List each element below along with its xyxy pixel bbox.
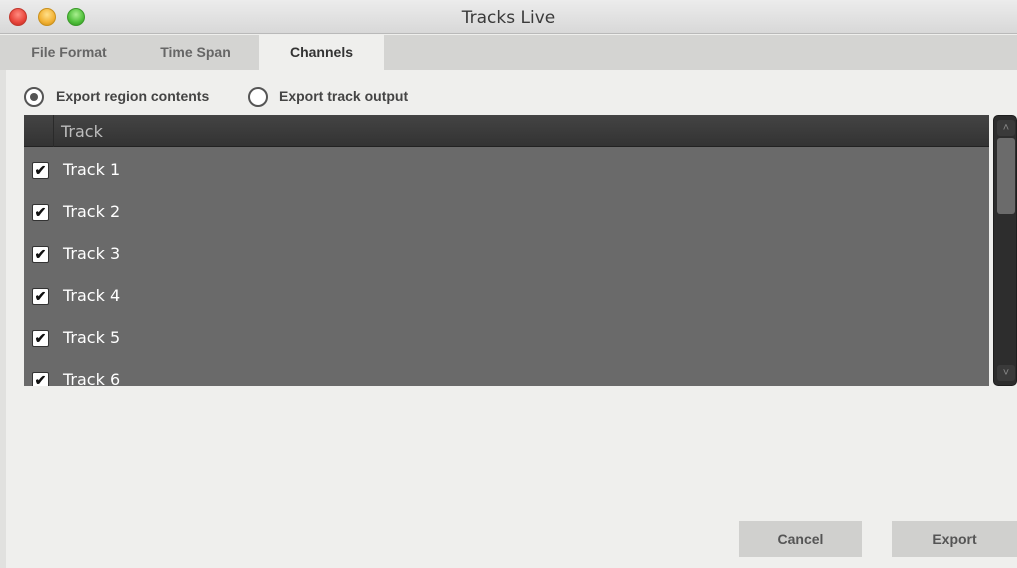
track-checkbox[interactable]: ✔ (32, 330, 49, 347)
table-row[interactable]: ✔ Track 3 (24, 232, 989, 274)
track-checkbox[interactable]: ✔ (32, 246, 49, 263)
column-header-track[interactable]: Track (61, 122, 103, 141)
track-checkbox[interactable]: ✔ (32, 372, 49, 386)
track-checkbox[interactable]: ✔ (32, 204, 49, 221)
tab-time-span[interactable]: Time Span (138, 35, 253, 70)
table-row[interactable]: ✔ Track 2 (24, 190, 989, 232)
table-row[interactable]: ✔ Track 6 (24, 358, 989, 386)
export-track-output-radio[interactable] (248, 87, 268, 107)
export-region-contents-radio[interactable] (24, 87, 44, 107)
track-name: Track 5 (63, 328, 121, 347)
table-header: Track (24, 115, 989, 147)
scroll-up-arrow-icon[interactable]: ˄ (997, 120, 1015, 136)
track-name: Track 6 (63, 370, 121, 386)
export-region-contents-label[interactable]: Export region contents (56, 88, 209, 104)
tab-channels[interactable]: Channels (259, 35, 384, 70)
scroll-down-arrow-icon[interactable]: ˅ (997, 365, 1015, 381)
window-left-edge (0, 70, 6, 568)
track-table: Track ✔ Track 1 ✔ Track 2 ✔ Track 3 ✔ Tr… (24, 115, 989, 386)
export-track-output-label[interactable]: Export track output (279, 88, 408, 104)
title-bar: Tracks Live (0, 0, 1017, 34)
cancel-button[interactable]: Cancel (739, 521, 862, 557)
track-name: Track 4 (63, 286, 121, 305)
header-checkbox-column (24, 115, 54, 147)
tab-file-format[interactable]: File Format (14, 35, 124, 70)
track-name: Track 1 (63, 160, 121, 179)
track-checkbox[interactable]: ✔ (32, 288, 49, 305)
track-checkbox[interactable]: ✔ (32, 162, 49, 179)
table-row[interactable]: ✔ Track 1 (24, 148, 989, 190)
track-name: Track 2 (63, 202, 121, 221)
table-row[interactable]: ✔ Track 5 (24, 316, 989, 358)
scroll-thumb[interactable] (997, 138, 1015, 214)
export-button[interactable]: Export (892, 521, 1017, 557)
table-row[interactable]: ✔ Track 4 (24, 274, 989, 316)
track-name: Track 3 (63, 244, 121, 263)
table-scrollbar[interactable]: ˄ ˅ (993, 115, 1017, 386)
tab-bar: File Format Time Span Channels (0, 35, 1017, 70)
window-title: Tracks Live (461, 8, 556, 28)
